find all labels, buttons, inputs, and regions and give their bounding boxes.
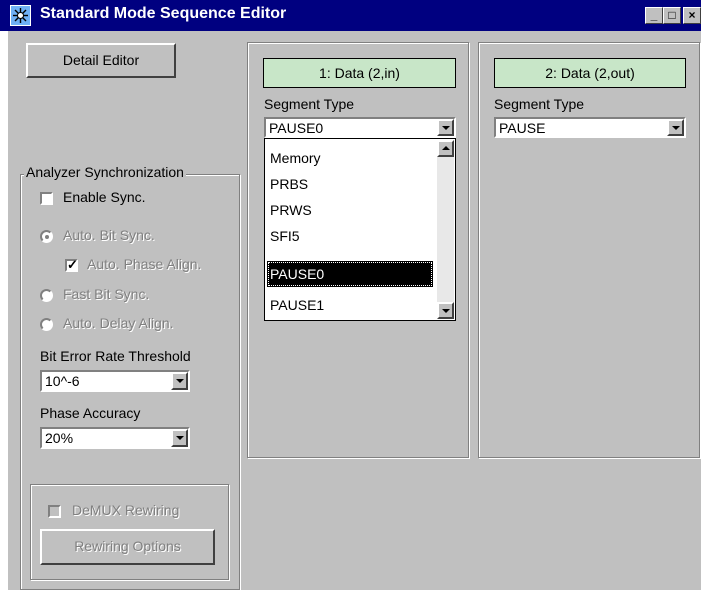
ber-threshold-select[interactable]: 10^-6 — [40, 370, 190, 392]
auto-bit-sync-label: Auto. Bit Sync. — [63, 227, 155, 243]
phase-accuracy-select[interactable]: 20% — [40, 427, 190, 449]
chevron-down-icon[interactable] — [667, 119, 684, 136]
phase-accuracy-value: 20% — [45, 430, 74, 446]
rewiring-options-button[interactable]: Rewiring Options — [40, 529, 215, 565]
detail-editor-button[interactable]: Detail Editor — [26, 43, 176, 78]
chevron-down-icon[interactable] — [171, 372, 188, 390]
segment-2-type-label: Segment Type — [494, 96, 585, 112]
maximize-icon: □ — [668, 8, 676, 22]
close-button[interactable]: × — [683, 7, 701, 24]
list-item-selected[interactable]: PAUSE0 — [267, 261, 433, 287]
segment-2-type-select[interactable]: PAUSE — [494, 117, 686, 138]
segment-1-header: 1: Data (2,in) — [263, 58, 456, 88]
list-item[interactable]: PRBS — [267, 171, 433, 197]
minimize-icon: _ — [650, 8, 658, 22]
auto-delay-align-label: Auto. Delay Align. — [63, 315, 174, 331]
list-item[interactable]: Memory — [267, 145, 433, 171]
chevron-down-icon[interactable] — [171, 429, 188, 447]
segment-1-type-label: Segment Type — [264, 96, 355, 112]
maximize-button[interactable]: □ — [663, 7, 681, 24]
auto-delay-align-radio[interactable] — [40, 318, 53, 331]
ber-threshold-label: Bit Error Rate Threshold — [40, 348, 191, 364]
auto-phase-align-label: Auto. Phase Align. — [87, 256, 202, 272]
enable-sync-checkbox[interactable] — [40, 192, 53, 205]
fast-bit-sync-label: Fast Bit Sync. — [63, 286, 150, 302]
list-item[interactable]: PRWS — [267, 197, 433, 223]
close-icon: × — [688, 8, 696, 22]
window-title: Standard Mode Sequence Editor — [40, 5, 287, 22]
segment-2-type-value: PAUSE — [499, 120, 546, 136]
title-bar: Standard Mode Sequence Editor _ □ × — [0, 0, 701, 31]
dropdown-scrollbar[interactable] — [437, 140, 454, 319]
segment-2-header: 2: Data (2,out) — [494, 58, 686, 88]
minimize-button[interactable]: _ — [645, 7, 663, 24]
scroll-down-icon[interactable] — [437, 302, 454, 319]
phase-accuracy-label: Phase Accuracy — [40, 405, 141, 421]
demux-rewiring-checkbox[interactable] — [48, 505, 61, 518]
segment-1-type-select[interactable]: PAUSE0 — [264, 117, 456, 138]
list-item[interactable]: PAUSE1 — [267, 292, 433, 318]
enable-sync-label: Enable Sync. — [63, 189, 146, 205]
segment-1-type-value: PAUSE0 — [269, 120, 324, 136]
list-item[interactable]: SFI5 — [267, 223, 433, 249]
fast-bit-sync-radio[interactable] — [40, 289, 53, 302]
app-icon[interactable] — [10, 5, 31, 26]
ber-threshold-value: 10^-6 — [45, 373, 80, 389]
analyzer-sync-title: Analyzer Synchronization — [24, 164, 186, 180]
scroll-up-icon[interactable] — [437, 140, 454, 157]
demux-rewiring-label: DeMUX Rewiring — [72, 502, 180, 518]
segment-1-type-dropdown-list[interactable]: Memory PRBS PRWS SFI5 PAUSE0 PAUSE1 — [264, 138, 456, 321]
auto-bit-sync-radio[interactable] — [40, 230, 53, 243]
chevron-down-icon[interactable] — [437, 119, 454, 136]
auto-phase-align-checkbox[interactable] — [65, 257, 78, 273]
